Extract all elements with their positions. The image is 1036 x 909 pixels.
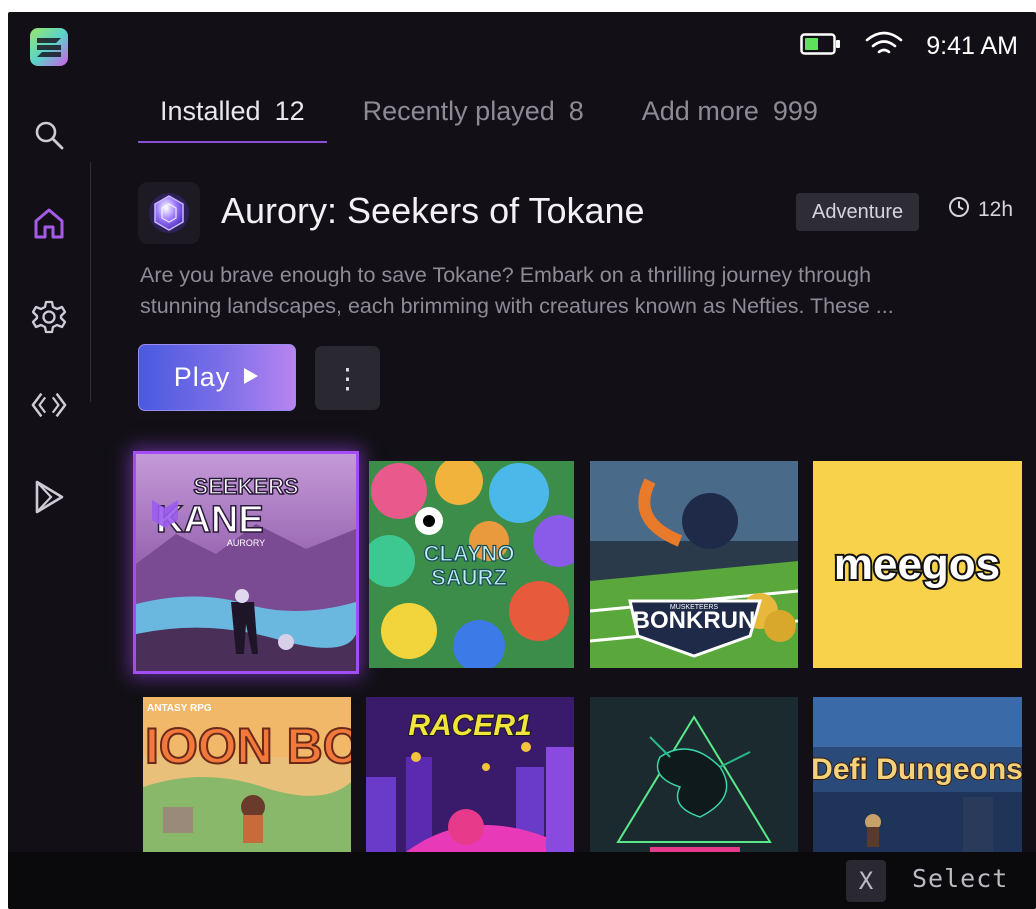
description-line: Are you brave enough to save Tokane? Emb… [140,263,872,287]
game-tile-dragon[interactable] [590,697,798,852]
tile-art-text: BONKRUN [633,607,756,634]
playtime: 12h [948,196,1013,224]
game-tile-racer1[interactable]: RACER1 [366,697,574,852]
library-tabs: Installed 12 Recently played 8 Add more 999 [138,96,854,143]
controller-action-label: Select [912,864,1009,893]
wifi-icon [864,29,904,64]
tile-art-text: SEEKERS [193,474,298,499]
tile-art-text: Defi Dungeons [813,753,1022,786]
description-line: stunning landscapes, each brimming with … [140,294,894,318]
tab-installed[interactable]: Installed 12 [138,96,327,143]
battery-icon [800,32,842,61]
featured-game-icon [138,182,200,244]
home-icon[interactable] [30,204,68,242]
featured-game-title: Aurory: Seekers of Tokane [221,190,645,231]
search-icon[interactable] [30,116,68,154]
game-tile-moon-bo[interactable]: ANTASY RPG IOON BO [143,697,351,852]
status-bar: 9:41 AM [800,30,1018,62]
sidebar-divider [90,162,91,402]
game-tile-claynosaurz[interactable]: CLAYNO SAURZ [369,461,574,668]
tile-art-text: SAURZ [431,565,507,590]
tile-art-text: ANTASY RPG [147,703,212,714]
playtime-value: 12h [978,198,1014,221]
tile-art-text: CLAYNO [424,541,515,566]
controller-key-x: X [846,860,886,902]
clock-icon [948,196,970,224]
tile-art-text: RACER1 [408,709,531,742]
play-store-icon[interactable] [30,478,68,516]
game-tile-bonkrun[interactable]: BONKRUN MUSKETEERS [590,461,798,668]
game-tile-defi-dungeons[interactable]: Defi Dungeons [813,697,1022,852]
tile-art-text: meegos [834,540,1000,589]
tab-count: 8 [568,96,584,126]
more-options-button[interactable]: ⋮ [315,346,380,410]
clock-time: 9:41 AM [926,31,1018,60]
genre-badge: Adventure [796,193,920,231]
tile-art-text: MUSKETEERS [670,604,719,611]
tab-count: 999 [772,96,818,126]
app-logo-icon [28,26,70,68]
code-brackets-icon[interactable] [30,386,68,424]
tab-add-more[interactable]: Add more 999 [620,96,840,139]
play-button-label: Play [173,362,231,392]
tab-label: Add more [641,96,759,126]
game-tile-meegos[interactable]: meegos [813,461,1022,668]
tab-count: 12 [274,96,305,126]
gear-icon[interactable] [30,298,68,336]
app-screen: 9:41 AM Installed 12 Recently played 8 Add [8,12,1036,909]
tile-art-text: IOON BO [145,718,351,774]
game-tile-seekers-of-tokane[interactable]: SEEKERS KANE AURORY [136,454,356,671]
tab-label: Recently played [362,96,555,126]
play-button[interactable]: Play [138,344,296,411]
tile-art-text: AURORY [227,538,265,548]
featured-game-description: Are you brave enough to save Tokane? Emb… [140,260,1000,322]
tab-label: Installed [160,96,261,126]
play-triangle-icon [242,362,260,393]
tab-recently-played[interactable]: Recently played 8 [341,96,606,139]
